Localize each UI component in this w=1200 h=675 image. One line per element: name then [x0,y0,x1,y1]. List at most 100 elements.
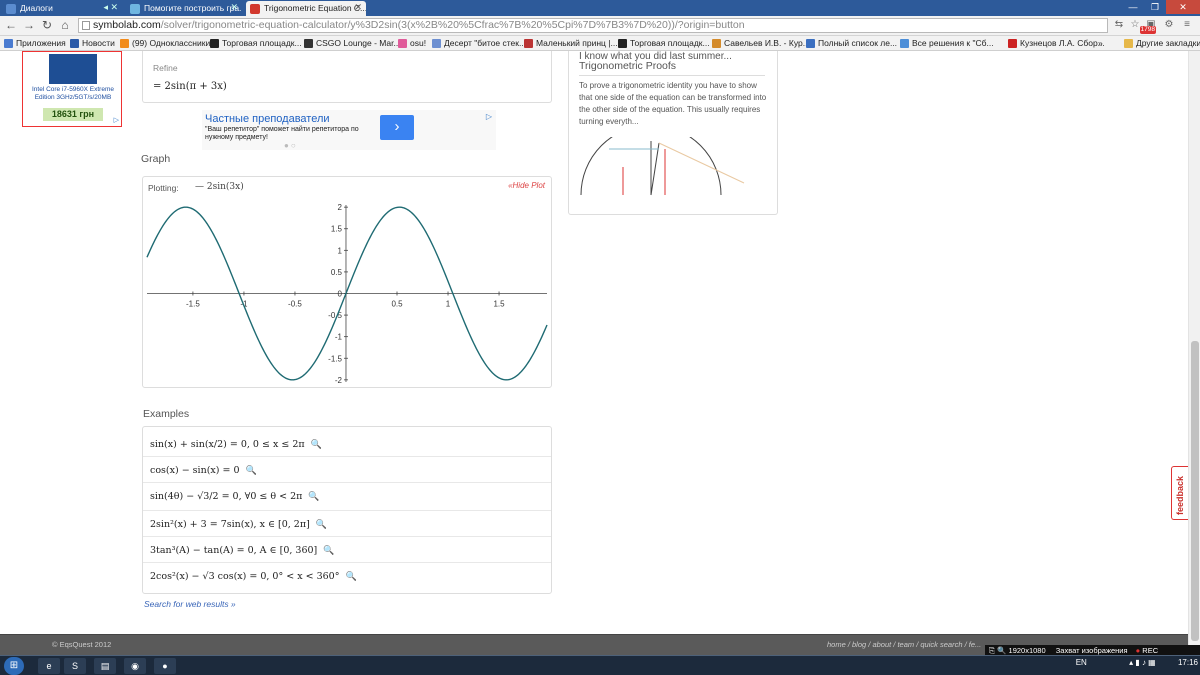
example-row[interactable]: 2sin²(x) + 3 = 7sin(x), x ∈ [0, 2π] 🔍 [143,511,551,537]
footer-copyright: © EqsQuest 2012 [52,640,112,649]
search-web-link[interactable]: Search for web results » [144,599,236,609]
home-icon[interactable]: ⌂ [58,18,72,32]
tab-close-icon[interactable]: ✕ [230,2,238,13]
browser-tabstrip: Диалоги ◂ ✕ Помогите построить гра... ✕ … [0,0,1200,16]
steam-icon [618,39,627,48]
page-icon [1008,39,1017,48]
close-window-icon[interactable]: ✕ [1166,0,1200,14]
bookmark-all-solutions[interactable]: Все решения к "Сб... [900,38,994,48]
example-row[interactable]: sin(x) + sin(x/2) = 0, 0 ≤ x ≤ 2π 🔍 [143,431,551,457]
example-row[interactable]: 2cos²(x) − √3 cos(x) = 0, 0° < x < 360° 🔍 [143,563,551,589]
y-tick-label: 1 [338,246,343,255]
browser-toolbar: ← → ↻ ⌂ symbolab.com/solver/trigonometri… [0,16,1200,36]
example-row[interactable]: cos(x) − sin(x) = 0 🔍 [143,457,551,483]
tab-close-icon[interactable]: ◂ ✕ [103,2,118,13]
divider [579,75,765,76]
search-icon[interactable]: 🔍 [316,520,327,530]
x-tick-label: 1 [446,300,451,309]
language-indicator[interactable]: EN [1076,658,1087,667]
bookmark-kuznetsov[interactable]: Кузнецов Л.А. Сбор... [1008,38,1105,48]
y-tick-label: 1.5 [331,225,343,234]
minimize-icon[interactable]: — [1122,0,1144,14]
chrome-icon[interactable]: ◉ [124,658,146,674]
tab-trig-equation[interactable]: Trigonometric Equation C... ✕ [246,1,366,16]
refine-result: = 2sin(π + 3x) [153,81,227,92]
search-icon[interactable]: 🔍 [311,440,322,450]
page-scrollbar[interactable] [1188,51,1200,655]
page-icon [806,39,815,48]
clock[interactable]: 17:16 [1178,658,1198,667]
page-icon [432,39,441,48]
ad-body: "Ваш репетитор" поможет найти репетитора… [205,126,359,141]
bookmark-csgo-lounge[interactable]: CSGO Lounge - Mar... [304,38,401,48]
search-icon[interactable]: 🔍 [345,572,356,582]
skype-icon[interactable]: S [64,658,86,674]
ad-title[interactable]: Частные преподаватели [205,113,330,125]
reload-icon[interactable]: ↻ [40,18,54,32]
y-tick-label: -2 [335,376,343,385]
recorder-icon[interactable]: ● [154,658,176,674]
bookmark-steam-market-2[interactable]: Торговая площадк... [618,38,710,48]
x-tick-label: 0.5 [391,300,403,309]
bookmark-dessert[interactable]: Десерт "битое стек... [432,38,526,48]
bookmark-little-prince[interactable]: Маленький принц |... [524,38,618,48]
tutor-ad[interactable]: Частные преподаватели "Ваш репетитор" по… [202,110,496,150]
search-icon[interactable]: 🔍 [323,546,334,556]
csgo-icon [304,39,313,48]
bookmarks-overflow[interactable]: » [1098,38,1103,48]
feedback-tab[interactable]: feedback [1171,466,1188,520]
tab-dialogs[interactable]: Диалоги ◂ ✕ [2,1,122,16]
search-icon[interactable]: 🔍 [246,466,257,476]
bookmark-savelyev[interactable]: Савельев И.В. - Кур... [712,38,810,48]
adchoices-icon[interactable]: ▷ [114,116,119,124]
adchoices-icon[interactable]: ▷ [486,112,492,121]
page-icon [82,21,90,30]
maximize-icon[interactable]: ❐ [1144,0,1166,14]
example-row[interactable]: sin(4θ) − √3/2 = 0, ∀0 ≤ θ < 2π 🔍 [143,483,551,511]
bookmark-odnoklassniki[interactable]: (99) Одноклассники [120,38,210,48]
ad-go-button[interactable]: › [380,115,414,140]
extension-gear-icon[interactable]: ⚙ [1162,18,1176,32]
y-tick-label: 0 [338,290,343,299]
examples-section-title: Examples [143,408,190,420]
graph-section-title: Graph [141,153,171,165]
plot-canvas[interactable]: -1.5 -1 -0.5 0.5 1 1.521.510.50-0.5-1-1.5-2 [143,177,551,387]
y-tick-label: 2 [338,203,343,212]
blog-description: To prove a trigonometric identity you ha… [579,81,767,126]
steam-icon [210,39,219,48]
ad-pager-dots[interactable]: ●○ [284,141,298,150]
translate-icon[interactable]: ⇆ [1112,18,1126,32]
ad-product-name: Intel Core i7-5960X Extreme Edition 3GHz… [31,86,114,101]
vk-favicon-icon [6,4,16,14]
record-dot-icon: ● [1135,646,1141,655]
ie-icon[interactable]: e [38,658,60,674]
bookmark-apps[interactable]: Приложения [4,38,66,48]
example-row[interactable]: 3tan³(A) − tan(A) = 0, A ∈ [0, 360] 🔍 [143,537,551,563]
trig-proofs-card[interactable]: I know what you did last summer... Trigo… [568,51,778,215]
scrollbar-thumb[interactable] [1191,341,1199,641]
bookmark-other[interactable]: Другие закладки [1124,38,1200,48]
footer-links[interactable]: home / blog / about / team / quick searc… [827,640,981,649]
start-button-icon[interactable]: ⊞ [4,657,24,675]
tab-close-icon[interactable]: ✕ [354,2,362,13]
examples-card: sin(x) + sin(x/2) = 0, 0 ≤ x ≤ 2π 🔍 cos(x… [142,426,552,594]
back-icon[interactable]: ← [4,18,18,32]
page-content: Intel Core i7-5960X Extreme Edition 3GHz… [0,51,1188,655]
address-bar[interactable]: symbolab.com/solver/trigonometric-equati… [78,18,1108,33]
bookmark-steam-market[interactable]: Торговая площадк... [210,38,302,48]
processor-ad[interactable]: Intel Core i7-5960X Extreme Edition 3GHz… [22,51,122,127]
menu-icon[interactable]: ≡ [1180,18,1194,32]
search-icon[interactable]: 🔍 [308,492,319,502]
x-tick-label: -0.5 [288,300,302,309]
x-tick-label: 1.5 [493,300,505,309]
bookmark-osu[interactable]: osu! [398,38,426,48]
y-tick-label: -1 [335,333,343,342]
tab-help-plot[interactable]: Помогите построить гра... ✕ [126,1,242,16]
tray-icons[interactable]: ▴ ▮ ♪ ▦ [1129,658,1156,667]
bookmark-news[interactable]: Новости [70,38,115,48]
symbolab-favicon-icon [250,4,260,14]
forward-icon[interactable]: → [22,18,36,32]
bookmark-full-list[interactable]: Полный список ле... [806,38,897,48]
explorer-icon[interactable]: ▤ [94,658,116,674]
blog-header[interactable]: Trigonometric Proofs [579,60,676,72]
